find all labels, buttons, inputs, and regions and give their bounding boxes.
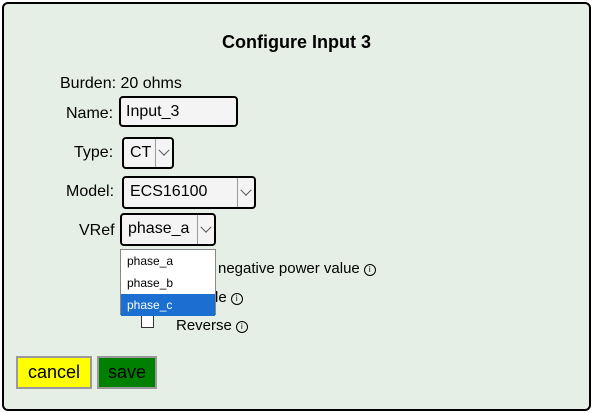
vref-select-value: phase_a (128, 220, 190, 237)
info-icon[interactable]: i (363, 264, 376, 276)
dialog-title: Configure Input 3 (222, 32, 371, 52)
model-select-value: ECS16100 (130, 183, 208, 200)
model-label: Model: (66, 183, 115, 200)
name-label: Name: (66, 105, 114, 122)
vref-select[interactable]: phase_a (120, 213, 216, 246)
burden-text: Burden: 20 ohms (60, 75, 182, 92)
reverse-label: Reverse (176, 317, 232, 334)
cancel-button[interactable]: cancel (16, 356, 92, 389)
type-select-value: CT (130, 144, 152, 161)
chevron-down-icon (237, 178, 254, 207)
option-2[interactable]: le i (215, 289, 243, 306)
model-select[interactable]: ECS16100 (122, 176, 256, 209)
info-icon[interactable]: i (235, 321, 248, 333)
type-select[interactable]: CT (122, 137, 174, 169)
type-label: Type: (74, 144, 114, 161)
chevron-down-icon (155, 139, 172, 167)
configure-input-dialog: Configure Input 3 Burden: 20 ohms Name: … (2, 2, 591, 411)
info-icon[interactable]: i (230, 293, 243, 305)
vref-dropdown-list: phase_a phase_b phase_c (120, 249, 216, 316)
reverse-option[interactable]: Reverse i (176, 317, 248, 334)
vref-option-phase-b[interactable]: phase_b (121, 272, 215, 294)
reverse-checkbox[interactable] (141, 315, 154, 328)
chevron-down-icon (197, 215, 214, 244)
vref-option-phase-a[interactable]: phase_a (121, 250, 215, 272)
name-input[interactable]: Input_3 (119, 96, 238, 127)
option-2-label: le (215, 289, 227, 306)
negative-power-label: negative power value (218, 260, 360, 277)
vref-label: VRef (79, 222, 115, 239)
negative-power-option[interactable]: negative power value i (218, 260, 376, 277)
save-button[interactable]: save (97, 356, 157, 389)
vref-option-phase-c[interactable]: phase_c (121, 294, 215, 316)
